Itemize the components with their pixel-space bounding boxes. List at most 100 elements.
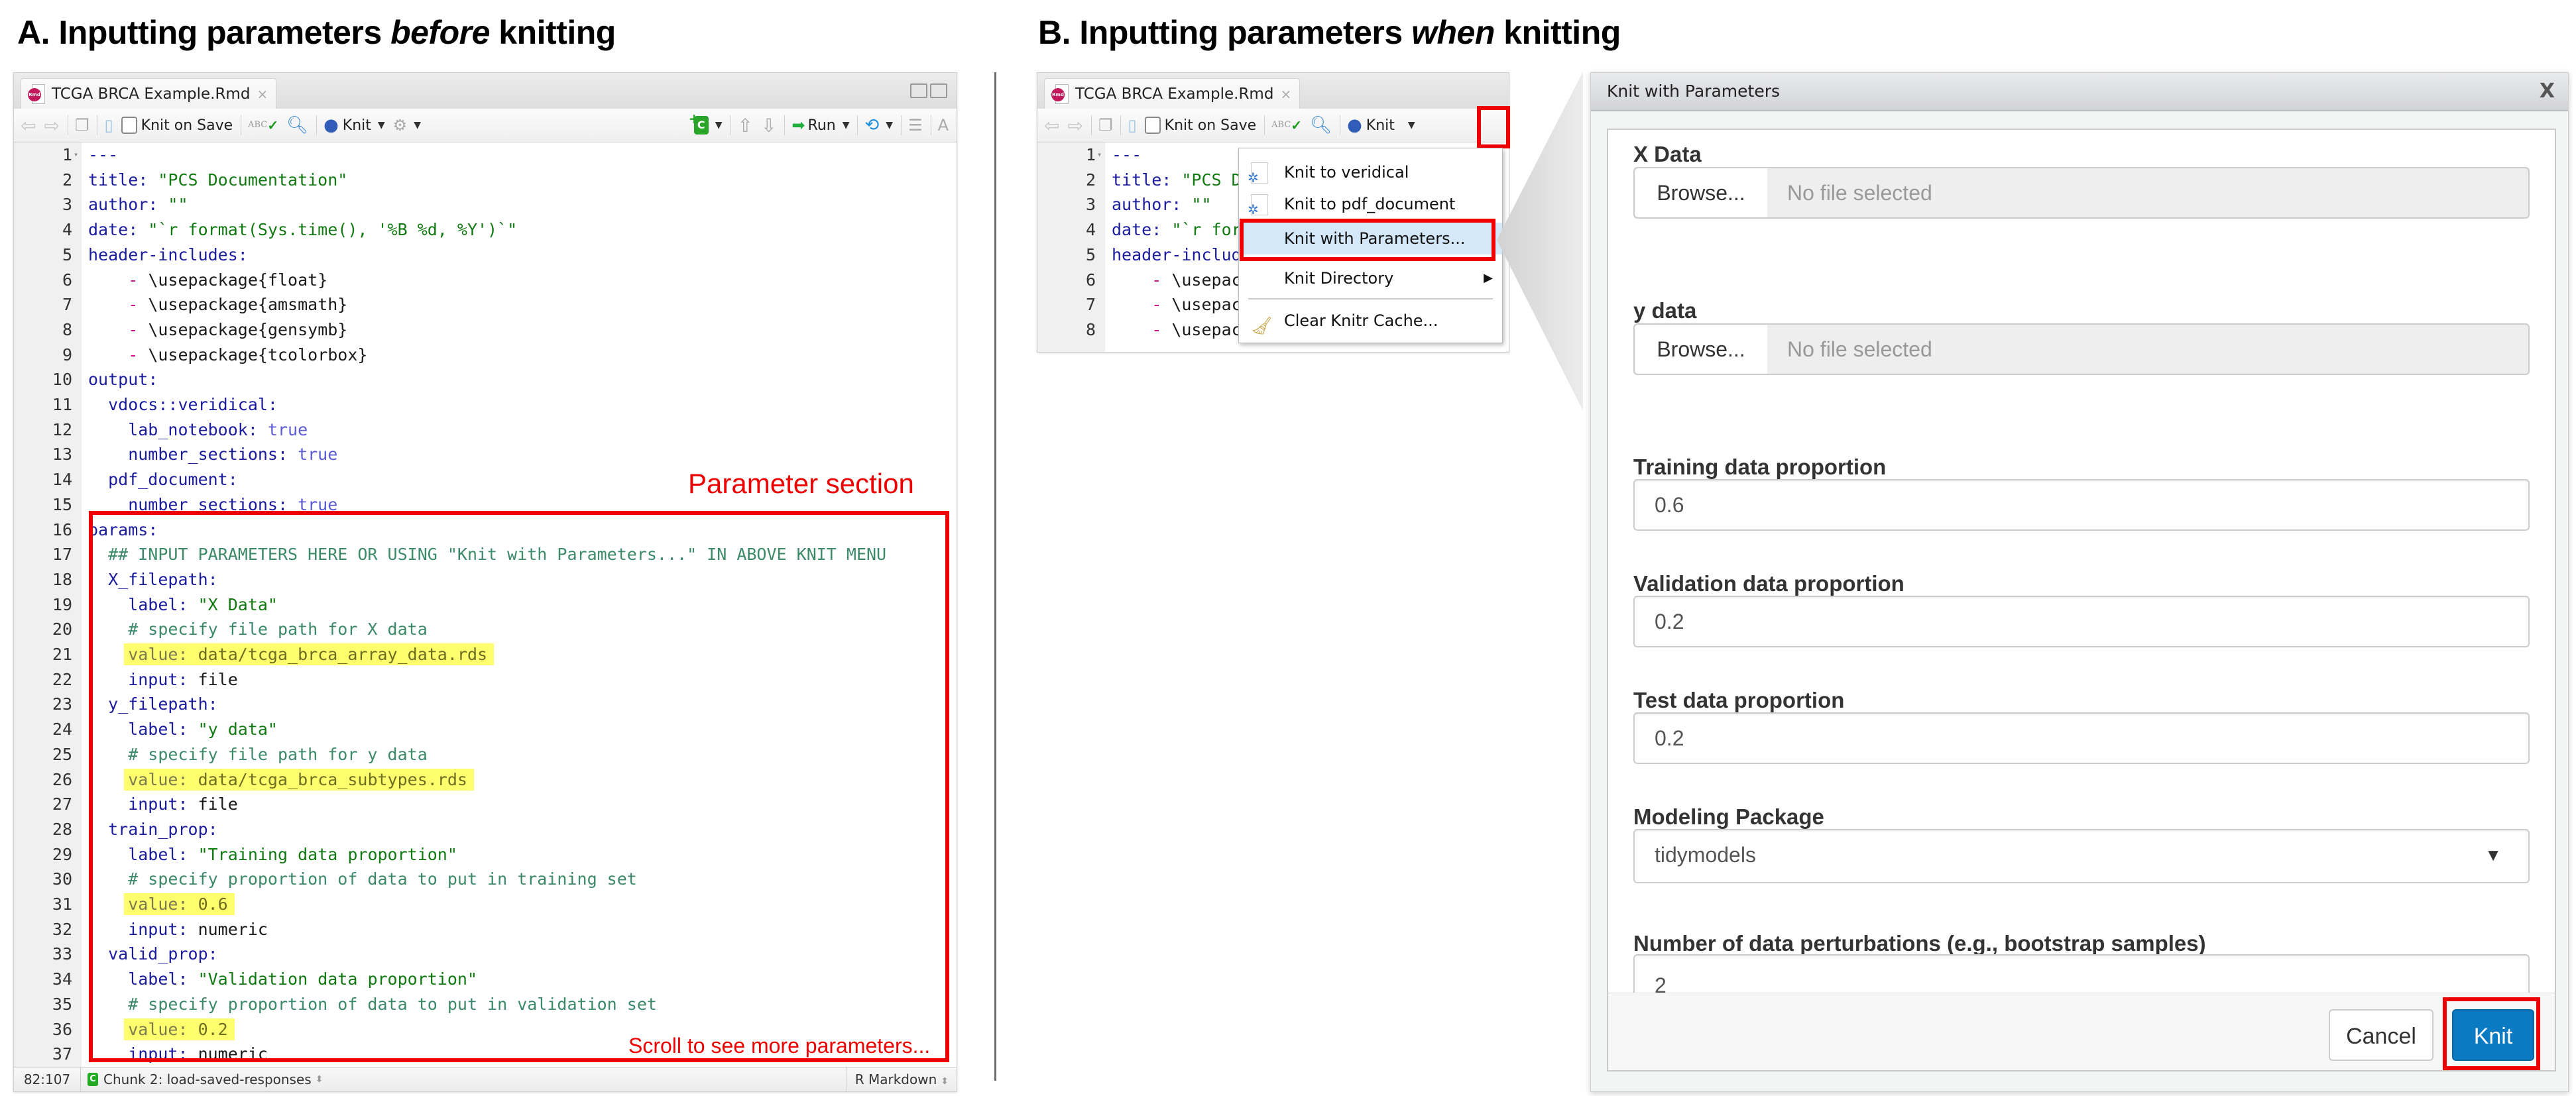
modeling-package-select[interactable]: tidymodels ▼ [1633,829,2530,883]
num-perturbations-input[interactable]: 2 [1633,954,2530,995]
rerun-icon[interactable]: ⟲ ▼ [864,115,893,135]
run-button[interactable]: ➡ Run ▼ [791,116,849,135]
yarn-icon: ● [1347,115,1362,135]
code-text: number_sections: true [88,445,338,465]
knit-dropdown-caret[interactable]: ▼ [1408,120,1415,131]
y-data-browse-button[interactable]: Browse... [1635,325,1769,374]
code-text: lab_notebook: true [88,419,308,439]
code-line: 9 - \usepackage{tcolorbox} [14,343,957,368]
next-chunk-icon[interactable]: ⇩ [761,115,776,137]
cancel-button[interactable]: Cancel [2329,1009,2433,1061]
field-label-validation-proportion: Validation data proportion [1633,571,1904,596]
compass-icon[interactable]: A [938,116,949,135]
rmd-file-icon: Rmd [1051,84,1069,104]
spellcheck-icon[interactable]: ABC ✓ [248,119,278,132]
field-label-x-data: X Data [1633,142,1702,166]
panel-b-title: B. Inputting parameters when knitting [1038,14,1621,51]
menu-item-clear-knitr-cache[interactable]: 🧹︎ Clear Knitr Cache... [1239,305,1502,337]
code-text: vdocs::veridical: [88,395,278,414]
code-line: 3 author: "" [14,192,957,217]
fold-toggle-icon[interactable]: ▾ [1097,142,1102,168]
knit-with-parameters-highlight [1240,219,1495,261]
knit-on-save-checkbox[interactable]: Knit on Save [1144,117,1256,134]
code-text: - \usepackage{amsmath} [128,295,348,315]
save-icon[interactable]: ▯ [1128,116,1136,135]
chunk-navigator[interactable]: C Chunk 2: load-saved-responses ⬍ [88,1071,323,1087]
yarn-icon: ● [323,115,339,135]
find-icon[interactable]: 🔍︎ [1310,115,1332,135]
code-text: --- [1112,145,1142,164]
code-text: author: "" [88,195,188,215]
code-text: author: "" [1112,195,1212,215]
line-number: 31 [52,895,72,914]
maximize-icon[interactable] [930,83,947,98]
panel-divider [994,72,996,1081]
chunk-icon: C [88,1073,98,1086]
editor-tab[interactable]: Rmd TCGA BRCA Example.Rmd × [21,78,277,109]
editor-toolbar: ⇦ ⇨ ❐ ▯ Knit on Save ABC✓ 🔍︎ ●Knit▼ ⚙▼ C… [14,109,957,142]
editor-tab[interactable]: Rmd TCGA BRCA Example.Rmd × [1044,78,1301,109]
knit-button[interactable]: ● Knit ▼ [1347,115,1415,135]
validation-proportion-input[interactable]: 0.2 [1633,596,2530,647]
insert-chunk-button[interactable]: C▼ [689,109,722,135]
line-number: 19 [52,594,72,614]
knit-dropdown-caret[interactable]: ▼ [378,120,385,131]
previous-chunk-icon[interactable]: ⇧ [737,115,752,137]
code-text: title: "PCS Documentation" [88,170,348,190]
chevron-down-icon: ▼ [2485,845,2502,865]
line-number: 5 [1085,245,1096,264]
parameter-section-label: Parameter section [688,468,914,499]
cursor-position: 82:107 [14,1068,81,1091]
tab-close-icon[interactable]: × [1280,86,1291,102]
line-number: 5 [62,245,72,264]
test-proportion-input[interactable]: 0.2 [1633,712,2530,764]
line-number: 14 [52,470,72,490]
back-arrow-icon[interactable]: ⇦ [21,115,36,137]
field-label-modeling-package: Modeling Package [1633,804,1824,829]
code-text: - \usepackage{tcolorbox} [128,345,368,364]
find-icon[interactable]: 🔍︎ [286,115,308,135]
dialog-body[interactable]: X Data Browse... No file selected y data… [1607,129,2556,995]
line-number: 35 [52,994,72,1014]
show-in-window-icon[interactable]: ❐ [75,116,89,135]
menu-item-knit-to-pdf[interactable]: Knit to pdf_document [1239,188,1502,225]
line-number: 17 [52,545,72,565]
back-arrow-icon[interactable]: ⇦ [1044,115,1059,137]
file-type-selector[interactable]: R Markdown ⬍ [846,1068,957,1091]
line-number: 26 [52,769,72,789]
code-line: 1 ▾ --- [14,142,957,168]
line-number: 23 [52,694,72,714]
line-number: 11 [52,395,72,414]
knit-button[interactable]: ● Knit ▼ [323,115,385,135]
spellcheck-icon[interactable]: ABC ✓ [1271,119,1302,132]
line-number: 21 [52,645,72,664]
submenu-arrow-icon: ▶ [1484,271,1493,285]
knit-on-save-checkbox[interactable]: Knit on Save [121,117,233,134]
status-bar: 82:107 C Chunk 2: load-saved-responses ⬍ R… [14,1067,957,1091]
show-in-window-icon[interactable]: ❐ [1098,116,1113,135]
fold-toggle-icon[interactable]: ▾ [74,142,78,168]
knit-with-parameters-dialog: Knit with Parameters X X Data Browse... … [1590,72,2569,1092]
outline-icon[interactable]: ☰ [908,116,923,135]
x-data-browse-button[interactable]: Browse... [1635,168,1769,217]
dialog-footer: Cancel Knit [1607,993,2556,1071]
menu-item-knit-to-veridical[interactable]: Knit to veridical [1239,156,1502,193]
minimize-icon[interactable] [910,83,927,98]
line-number: 9 [62,345,72,364]
save-icon[interactable]: ▯ [104,116,113,135]
line-number: 16 [52,520,72,539]
dialog-close-icon[interactable]: X [2540,73,2555,110]
forward-arrow-icon[interactable]: ⇨ [1067,115,1083,137]
x-data-file-input[interactable]: Browse... No file selected [1633,167,2530,219]
training-proportion-input[interactable]: 0.6 [1633,479,2530,531]
line-number: 28 [52,819,72,839]
line-number: 30 [52,869,72,889]
line-number: 12 [52,419,72,439]
forward-arrow-icon[interactable]: ⇨ [44,115,59,137]
code-line: 11 vdocs::veridical: [14,392,957,417]
settings-gear-icon[interactable]: ⚙ ▼ [393,116,421,135]
menu-item-knit-directory[interactable]: Knit Directory ▶ [1239,262,1502,294]
line-number: 10 [52,370,72,390]
tab-close-icon[interactable]: × [257,86,268,102]
y-data-file-input[interactable]: Browse... No file selected [1633,323,2530,375]
